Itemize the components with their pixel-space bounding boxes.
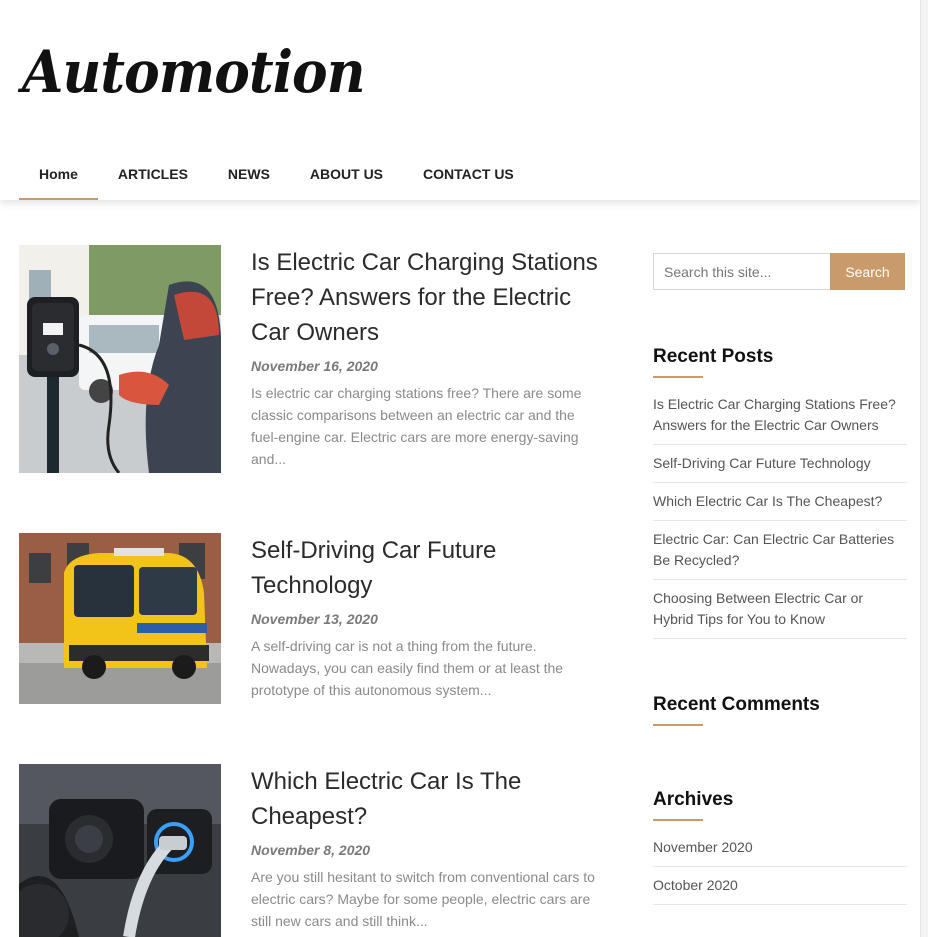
yellow-autonomous-shuttle-image[interactable] bbox=[19, 533, 221, 704]
post-excerpt: Are you still hesitant to switch from co… bbox=[251, 869, 595, 929]
post-date: November 16, 2020 bbox=[251, 358, 378, 374]
post-item: Is Electric Car Charging Stations Free? … bbox=[19, 245, 599, 475]
recent-post-link[interactable]: Which Electric Car Is The Cheapest? bbox=[653, 483, 907, 521]
archive-link[interactable]: November 2020 bbox=[653, 829, 907, 867]
post-date: November 13, 2020 bbox=[251, 611, 378, 627]
post-title[interactable]: Self-Driving Car Future Technology bbox=[251, 533, 599, 603]
search-button[interactable]: Search bbox=[830, 253, 905, 290]
post-date: November 8, 2020 bbox=[251, 842, 371, 858]
recent-post-link[interactable]: Electric Car: Can Electric Car Batteries… bbox=[653, 521, 907, 580]
post-excerpt: Is electric car charging stations free? … bbox=[251, 385, 582, 467]
recent-post-link[interactable]: Self-Driving Car Future Technology bbox=[653, 445, 907, 483]
post-body: Self-Driving Car Future Technology Novem… bbox=[251, 533, 599, 701]
post-body: Is Electric Car Charging Stations Free? … bbox=[251, 245, 599, 470]
post-title[interactable]: Which Electric Car Is The Cheapest? bbox=[251, 764, 599, 834]
main-nav: Home ARTICLES NEWS ABOUT US CONTACT US bbox=[19, 152, 534, 200]
recent-post-link[interactable]: Is Electric Car Charging Stations Free? … bbox=[653, 386, 907, 445]
archives-list: November 2020 October 2020 bbox=[653, 829, 907, 905]
search-input[interactable] bbox=[653, 253, 830, 290]
archives-widget: Archives November 2020 October 2020 bbox=[653, 789, 907, 905]
site-header: Automotion Home ARTICLES NEWS ABOUT US C… bbox=[0, 0, 920, 200]
recent-comments-widget: Recent Comments bbox=[653, 694, 907, 726]
sidebar: Search Recent Posts Is Electric Car Char… bbox=[653, 253, 907, 905]
post-item: Which Electric Car Is The Cheapest? Nove… bbox=[19, 764, 599, 937]
post-title[interactable]: Is Electric Car Charging Stations Free? … bbox=[251, 245, 599, 350]
nav-item-articles[interactable]: ARTICLES bbox=[98, 152, 208, 200]
charging-plug-image[interactable] bbox=[19, 764, 221, 937]
widget-title: Archives bbox=[653, 789, 907, 821]
post-excerpt: A self-driving car is not a thing from t… bbox=[251, 638, 564, 698]
recent-post-link[interactable]: Choosing Between Electric Car or Hybrid … bbox=[653, 580, 907, 639]
page-scrollbar[interactable] bbox=[920, 0, 928, 937]
search-form: Search bbox=[653, 253, 905, 290]
site-logo[interactable]: Automotion bbox=[22, 38, 366, 106]
recent-posts-widget: Recent Posts Is Electric Car Charging St… bbox=[653, 346, 907, 639]
recent-posts-list: Is Electric Car Charging Stations Free? … bbox=[653, 386, 907, 639]
post-body: Which Electric Car Is The Cheapest? Nove… bbox=[251, 764, 599, 932]
nav-item-news[interactable]: NEWS bbox=[208, 152, 290, 200]
ev-charging-station-image[interactable] bbox=[19, 245, 221, 473]
archive-link[interactable]: October 2020 bbox=[653, 867, 907, 905]
post-item: Self-Driving Car Future Technology Novem… bbox=[19, 533, 599, 708]
widget-title: Recent Comments bbox=[653, 694, 907, 726]
nav-item-about-us[interactable]: ABOUT US bbox=[290, 152, 403, 200]
nav-item-contact-us[interactable]: CONTACT US bbox=[403, 152, 534, 200]
nav-item-home[interactable]: Home bbox=[19, 152, 98, 200]
widget-title: Recent Posts bbox=[653, 346, 907, 378]
